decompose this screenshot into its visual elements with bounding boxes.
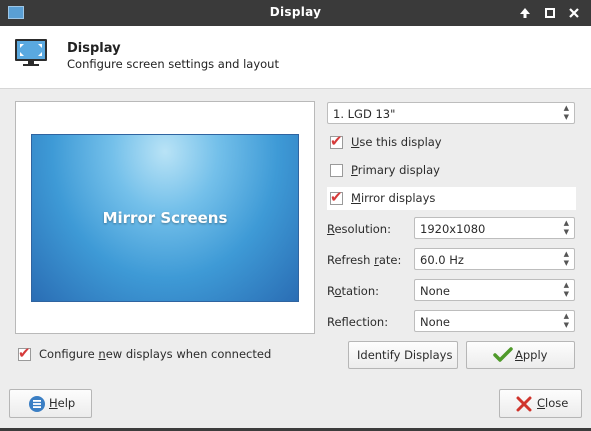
apply-check-icon (493, 346, 513, 367)
resolution-value: 1920x1080 (420, 222, 486, 236)
refresh-rate-select[interactable]: 60.0 Hz ▲ ▼ (414, 248, 575, 270)
use-display-label: Use this display (351, 135, 442, 149)
apply-label: Apply (515, 348, 548, 362)
help-icon (28, 395, 46, 416)
primary-display-checkbox[interactable] (330, 164, 343, 177)
rotation-value: None (420, 284, 451, 298)
preview-screen[interactable]: Mirror Screens (31, 134, 299, 302)
refresh-rate-label: Refresh rate: (327, 253, 402, 267)
title-bar[interactable]: Display (0, 0, 591, 26)
display-select-value: 1. LGD 13" (333, 107, 396, 121)
close-x-icon (516, 396, 532, 415)
close-button[interactable]: Close (499, 389, 582, 418)
preview-label: Mirror Screens (102, 209, 228, 227)
primary-display-label: Primary display (351, 163, 440, 177)
checkmark-icon: ✔ (18, 344, 31, 362)
reflection-value: None (420, 315, 451, 329)
spin-arrows-icon: ▲ ▼ (563, 250, 569, 267)
maximize-icon[interactable] (541, 4, 559, 22)
apply-button[interactable]: Apply (466, 341, 575, 369)
use-display-checkbox[interactable]: ✔ (330, 132, 343, 150)
display-select[interactable]: 1. LGD 13" ▲ ▼ (327, 102, 575, 124)
close-icon[interactable] (565, 4, 583, 22)
checkmark-icon: ✔ (330, 132, 343, 150)
display-settings-window: Display Display Configure screen setting… (0, 0, 591, 431)
help-button[interactable]: Help (9, 389, 92, 418)
spin-arrows-icon: ▲ ▼ (563, 219, 569, 236)
refresh-rate-value: 60.0 Hz (420, 253, 464, 267)
rotation-select[interactable]: None ▲ ▼ (414, 279, 575, 301)
rotation-label: Rotation: (327, 284, 379, 298)
configure-new-displays-label: Configure new displays when connected (39, 347, 272, 361)
reflection-select[interactable]: None ▲ ▼ (414, 310, 575, 332)
spin-arrows-icon: ▲ ▼ (563, 312, 569, 329)
header-title: Display (67, 41, 121, 56)
spin-arrows-icon: ▲ ▼ (563, 281, 569, 298)
mirror-displays-checkbox[interactable]: ✔ (330, 188, 343, 206)
dialog-header: Display Configure screen settings and la… (0, 26, 591, 89)
configure-new-displays-checkbox[interactable]: ✔ (18, 344, 31, 362)
window-title: Display (269, 5, 322, 19)
display-preview: Mirror Screens (15, 101, 315, 334)
resolution-label: Resolution: (327, 222, 391, 236)
identify-displays-label: Identify Displays (357, 348, 453, 362)
close-label: Close (537, 396, 569, 410)
spin-arrows-icon: ▲ ▼ (563, 104, 569, 121)
resolution-select[interactable]: 1920x1080 ▲ ▼ (414, 217, 575, 239)
up-arrow-icon[interactable] (516, 4, 534, 22)
header-subtitle: Configure screen settings and layout (67, 57, 279, 71)
identify-displays-button[interactable]: Identify Displays (348, 341, 458, 369)
reflection-label: Reflection: (327, 315, 389, 329)
monitor-icon (14, 38, 48, 68)
checkmark-icon: ✔ (330, 188, 343, 206)
help-label: Help (49, 396, 76, 410)
mirror-displays-label: Mirror displays (351, 191, 436, 205)
